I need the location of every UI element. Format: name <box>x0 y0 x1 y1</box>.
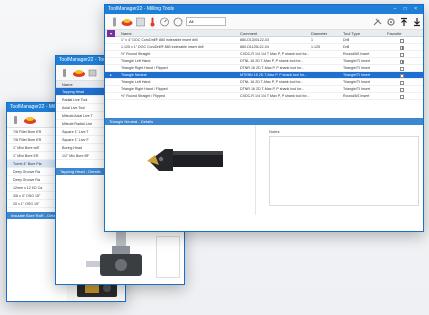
download-icon[interactable] <box>412 17 422 27</box>
filter-input[interactable]: All <box>186 17 226 26</box>
table-row[interactable]: ½" Round Straight CXDC-R 1/4 1/4 T Max P… <box>105 51 423 58</box>
window-title: ToolManager22 - Milling Tools <box>108 6 175 12</box>
table-row[interactable]: Triangle Left Hand DTNL 16 2D T-Max P, P… <box>105 58 423 65</box>
notes-textarea[interactable] <box>269 136 419 206</box>
tool-icon[interactable] <box>11 115 20 125</box>
details-panel: Notes <box>105 125 423 215</box>
favorite-checkbox[interactable] <box>400 59 404 64</box>
insert-icon[interactable] <box>72 68 86 78</box>
col-favorite[interactable]: Favorite <box>387 30 417 37</box>
table-row[interactable]: 1" x 4" DOC CoroDrill® 880 indexable ins… <box>105 37 423 44</box>
milling-tools-window: ToolManager22 - Milling Tools – □ × All … <box>104 4 424 232</box>
favorite-checkbox[interactable] <box>400 73 404 78</box>
notes-box[interactable] <box>156 236 180 278</box>
window-controls[interactable]: – □ × <box>394 5 421 14</box>
tool-icon[interactable] <box>110 17 119 27</box>
col-diameter[interactable]: Diameter <box>311 30 341 37</box>
insert-icon[interactable] <box>121 17 133 27</box>
col-name[interactable]: Name <box>121 30 231 37</box>
turning-tool-image <box>147 149 223 171</box>
toolbar: All <box>105 14 423 30</box>
holder-icon[interactable] <box>136 17 145 27</box>
holder-icon[interactable] <box>88 68 97 78</box>
tool-icon[interactable] <box>60 68 69 78</box>
favorite-checkbox[interactable] <box>400 38 404 43</box>
title-bar[interactable]: ToolManager22 - Milling Tools – □ × <box>105 5 423 14</box>
col-tool-type[interactable]: Tool Type <box>343 30 383 37</box>
tool-grid: 1" x 4" DOC CoroDrill® 880 indexable ins… <box>105 37 423 100</box>
splitter[interactable] <box>255 125 256 215</box>
upload-icon[interactable] <box>399 17 409 27</box>
table-row[interactable]: ½" Round Straight / Flipped CXDC-R 1/4 1… <box>105 93 423 100</box>
details-panel-header: Triangle Neutral - Details <box>105 118 423 125</box>
favorite-checkbox[interactable] <box>400 45 404 50</box>
grid-header: ▾ Name Comment Diameter Tool Type Favori… <box>105 30 423 37</box>
col-comment[interactable]: Comment <box>240 30 310 37</box>
gear-icon[interactable] <box>386 17 396 27</box>
table-row[interactable]: 1.125 x 1" DOC CoroDrill® 880 indexable … <box>105 44 423 51</box>
favorite-checkbox[interactable] <box>400 52 404 57</box>
desktop: ToolManager22 - Milling Tools 7/8 Fillet… <box>0 0 429 315</box>
table-row[interactable]: Triangle Right Hand / Flipped DTNR 16 2D… <box>105 65 423 72</box>
table-row-selected[interactable]: ▸ Triangle Neutral MTENN 16 2D T-Max P, … <box>105 72 423 79</box>
notes-label: Notes <box>269 129 280 134</box>
favorite-checkbox[interactable] <box>400 80 404 85</box>
favorite-checkbox[interactable] <box>400 87 404 92</box>
row-indicator-header: ▾ <box>107 30 115 37</box>
table-row[interactable]: Triangle Left Hand DTNL 16 2D T-Max P, P… <box>105 79 423 86</box>
favorite-checkbox[interactable] <box>400 94 404 99</box>
thermometer-icon[interactable] <box>148 17 157 27</box>
table-row[interactable]: Triangle Right Hand / Flipped DTNR 16 2D… <box>105 86 423 93</box>
insert-icon[interactable] <box>23 115 37 125</box>
search-icon[interactable] <box>172 17 184 27</box>
tools-icon[interactable] <box>373 17 383 27</box>
favorite-checkbox[interactable] <box>400 66 404 71</box>
grid-empty-area <box>105 100 423 118</box>
gauge-icon[interactable] <box>160 17 169 27</box>
row-pointer-icon: ▸ <box>110 73 112 77</box>
